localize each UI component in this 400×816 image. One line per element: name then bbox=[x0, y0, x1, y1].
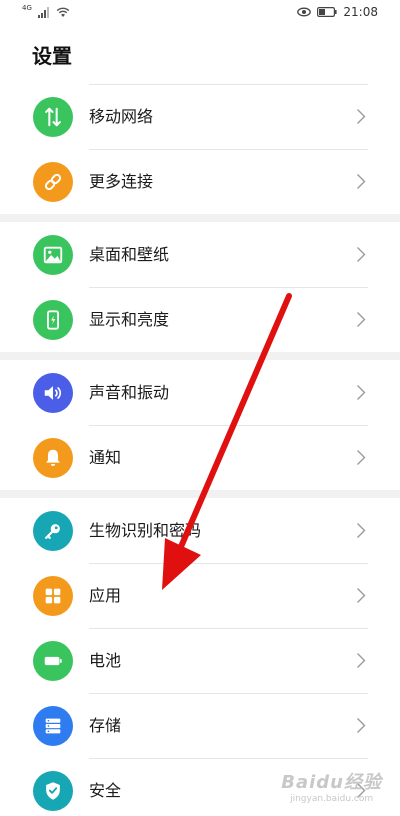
chevron-right-icon bbox=[357, 174, 366, 189]
mobile-data-icon bbox=[33, 97, 73, 137]
battery-status-icon bbox=[317, 7, 338, 17]
chevron-right-icon bbox=[357, 588, 366, 603]
storage-icon bbox=[33, 706, 73, 746]
shield-check-icon bbox=[33, 771, 73, 811]
divider bbox=[89, 628, 368, 629]
wifi-icon bbox=[56, 7, 70, 17]
setting-item-storage[interactable]: 存储 bbox=[0, 693, 400, 758]
setting-item-label: 更多连接 bbox=[89, 172, 154, 191]
wallpaper-icon bbox=[33, 235, 73, 275]
clock: 21:08 bbox=[343, 5, 378, 19]
chevron-right-icon bbox=[357, 312, 366, 327]
setting-item-biometrics-password[interactable]: 生物识别和密码 bbox=[0, 498, 400, 563]
section-gap bbox=[0, 490, 400, 498]
setting-item-label: 桌面和壁纸 bbox=[89, 245, 170, 264]
chevron-right-icon bbox=[357, 450, 366, 465]
display-phone-icon bbox=[33, 300, 73, 340]
settings-list: 移动网络 更多连接 桌面和壁纸 显示和亮度 声音和振动 通知 生物识别和密码 应… bbox=[0, 84, 400, 816]
chevron-right-icon bbox=[357, 718, 366, 733]
chevron-right-icon bbox=[357, 109, 366, 124]
setting-item-label: 显示和亮度 bbox=[89, 310, 170, 329]
setting-item-label: 存储 bbox=[89, 716, 122, 735]
status-bar-left: 4G bbox=[22, 4, 70, 18]
signal-icon bbox=[37, 7, 49, 18]
link-icon bbox=[33, 162, 73, 202]
chevron-right-icon bbox=[357, 653, 366, 668]
divider bbox=[89, 425, 368, 426]
status-bar-right: 21:08 bbox=[297, 5, 378, 19]
setting-item-label: 通知 bbox=[89, 448, 122, 467]
setting-item-display-brightness[interactable]: 显示和亮度 bbox=[0, 287, 400, 352]
watermark-url: jingyan.baidu.com bbox=[290, 794, 374, 804]
eye-comfort-icon bbox=[297, 7, 312, 17]
setting-item-battery[interactable]: 电池 bbox=[0, 628, 400, 693]
key-icon bbox=[33, 511, 73, 551]
setting-item-label: 移动网络 bbox=[89, 107, 154, 126]
page-title: 设置 bbox=[32, 44, 72, 68]
setting-item-notifications[interactable]: 通知 bbox=[0, 425, 400, 490]
divider bbox=[89, 693, 368, 694]
chevron-right-icon bbox=[357, 247, 366, 262]
bell-icon bbox=[33, 438, 73, 478]
apps-grid-icon bbox=[33, 576, 73, 616]
setting-item-mobile-network[interactable]: 移动网络 bbox=[0, 84, 400, 149]
setting-item-more-connections[interactable]: 更多连接 bbox=[0, 149, 400, 214]
baidu-jingyan-watermark: Baidu经验 jingyan.baidu.com bbox=[281, 768, 382, 804]
setting-item-sound-vibration[interactable]: 声音和振动 bbox=[0, 360, 400, 425]
setting-item-label: 安全 bbox=[89, 781, 122, 800]
setting-item-label: 应用 bbox=[89, 586, 122, 605]
watermark-logo-text: Baidu经验 bbox=[281, 772, 382, 793]
divider bbox=[89, 758, 368, 759]
setting-item-apps[interactable]: 应用 bbox=[0, 563, 400, 628]
section-gap bbox=[0, 352, 400, 360]
chevron-right-icon bbox=[357, 523, 366, 538]
setting-item-label: 生物识别和密码 bbox=[89, 521, 202, 540]
chevron-right-icon bbox=[357, 385, 366, 400]
divider bbox=[89, 563, 368, 564]
section-gap bbox=[0, 214, 400, 222]
status-bar: 4G 21:08 bbox=[0, 0, 400, 26]
speaker-icon bbox=[33, 373, 73, 413]
setting-item-label: 电池 bbox=[89, 651, 122, 670]
setting-item-home-wallpaper[interactable]: 桌面和壁纸 bbox=[0, 222, 400, 287]
battery-icon bbox=[33, 641, 73, 681]
network-type-indicator: 4G bbox=[22, 4, 32, 12]
setting-item-label: 声音和振动 bbox=[89, 383, 170, 402]
